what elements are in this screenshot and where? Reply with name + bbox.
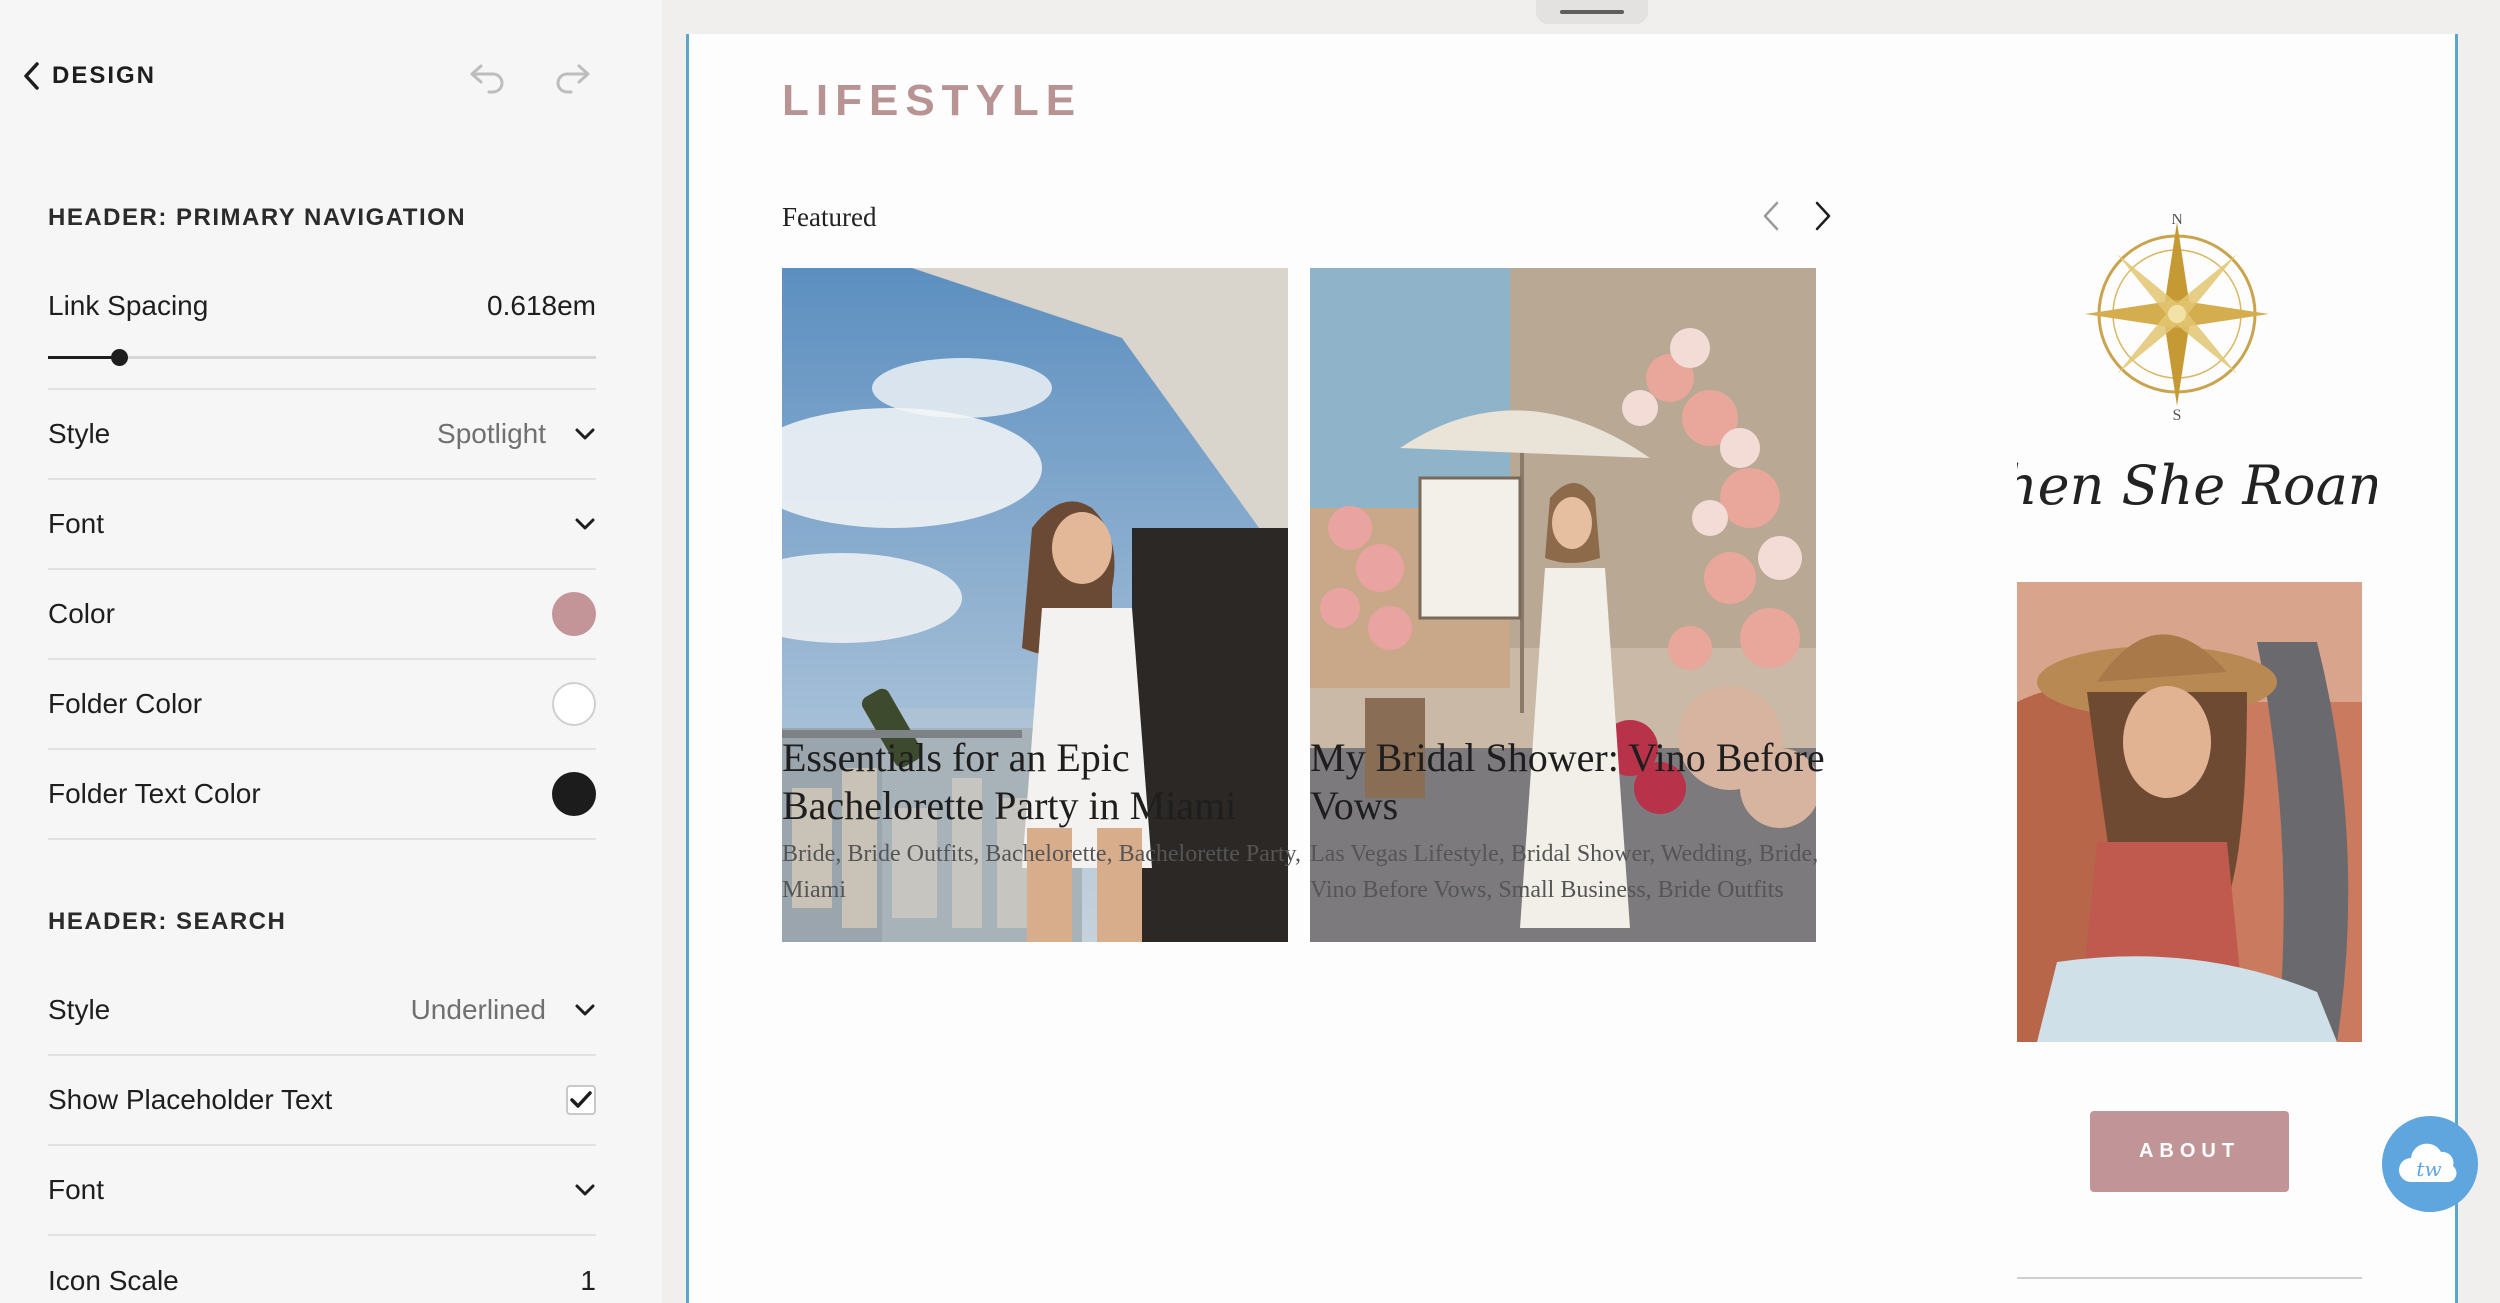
search-font-label: Font — [48, 1174, 105, 1205]
profile-photo-image — [2017, 582, 2362, 1042]
post-title-bridal-shower[interactable]: My Bridal Shower: Vino Before Vows — [1310, 734, 1830, 830]
nav-color-swatch[interactable] — [552, 592, 596, 636]
logo-script-text: When She Roams — [2017, 454, 2377, 517]
icon-scale-value: 1 — [580, 1265, 596, 1296]
compass-south-letter: S — [2173, 407, 2182, 424]
icon-scale-label: Icon Scale — [48, 1265, 179, 1296]
post-tags-bachelorette[interactable]: Bride, Bride Outfits, Bachelorette, Bach… — [782, 836, 1302, 908]
design-panel: DESIGN HEADER: PRIMARY NAVIGATION Link S… — [0, 0, 662, 1303]
chevron-down-icon — [575, 428, 595, 440]
redo-button[interactable] — [548, 52, 598, 102]
post-tags-bridal-shower[interactable]: Las Vegas Lifestyle, Bridal Shower, Wedd… — [1310, 836, 1830, 908]
link-spacing-slider-thumb[interactable] — [111, 349, 129, 366]
preview-canvas: LIFESTYLE Featured Essentials for an Epi… — [662, 0, 2500, 1303]
chevron-left-icon — [1763, 201, 1779, 231]
chevron-right-icon — [1815, 201, 1831, 231]
carousel-next-button[interactable] — [1803, 194, 1843, 238]
undo-button[interactable] — [462, 52, 512, 102]
search-section-title: HEADER: SEARCH — [48, 908, 287, 935]
drag-handle-bar — [1560, 10, 1624, 14]
back-to-design-button[interactable]: DESIGN — [22, 58, 156, 94]
checkmark-icon — [570, 1091, 592, 1108]
icon-scale-control[interactable]: Icon Scale 1 — [48, 1236, 596, 1303]
compass-north-letter: N — [2171, 214, 2183, 228]
folder-text-color-swatch[interactable] — [552, 772, 596, 816]
nav-color-label: Color — [48, 598, 115, 629]
search-font-dropdown[interactable]: Font — [48, 1146, 596, 1236]
chevron-left-icon — [24, 62, 39, 90]
carousel-prev-button[interactable] — [1751, 194, 1791, 238]
folder-color-picker[interactable]: Folder Color — [48, 660, 596, 750]
nav-color-picker[interactable]: Color — [48, 570, 596, 660]
folder-color-swatch[interactable] — [552, 682, 596, 726]
link-spacing-slider-fill — [48, 356, 120, 359]
profile-photo — [2017, 582, 2362, 1042]
folder-color-label: Folder Color — [48, 688, 203, 719]
chevron-down-icon — [575, 1184, 595, 1196]
sidebar-divider — [2017, 1277, 2362, 1279]
show-placeholder-toggle[interactable]: Show Placeholder Text — [48, 1056, 596, 1146]
search-style-dropdown[interactable]: Style Underlined — [48, 966, 596, 1056]
primary-navigation-section-title: HEADER: PRIMARY NAVIGATION — [48, 204, 467, 231]
back-label: DESIGN — [52, 62, 157, 89]
page-title: LIFESTYLE — [782, 76, 1083, 125]
search-style-label: Style — [48, 994, 111, 1025]
tw-badge-text: tw — [2416, 1157, 2441, 1181]
tw-badge-button[interactable]: tw — [2382, 1116, 2478, 1212]
link-spacing-control: Link Spacing 0.618em — [48, 268, 596, 390]
chevron-down-icon — [575, 518, 595, 530]
nav-font-label: Font — [48, 508, 105, 539]
undo-icon — [470, 64, 504, 94]
link-spacing-slider[interactable] — [48, 349, 596, 366]
folder-text-color-picker[interactable]: Folder Text Color — [48, 750, 596, 840]
search-style-value: Underlined — [410, 994, 546, 1025]
site-logo[interactable]: N S When She Roams — [1947, 211, 2426, 544]
site-preview-frame: LIFESTYLE Featured Essentials for an Epi… — [686, 34, 2458, 1303]
nav-style-value: Spotlight — [437, 418, 546, 449]
preview-drag-handle[interactable] — [1536, 0, 1648, 24]
featured-label: Featured — [782, 202, 877, 232]
compass-logo-icon: N S When She Roams — [1947, 211, 2426, 517]
tw-cloud-icon: tw — [2399, 1143, 2457, 1182]
about-button[interactable]: ABOUT — [2090, 1111, 2289, 1192]
redo-icon — [556, 64, 590, 94]
link-spacing-label: Link Spacing — [48, 290, 209, 321]
nav-font-dropdown[interactable]: Font — [48, 480, 596, 570]
link-spacing-value: 0.618em — [487, 290, 596, 321]
panel-topbar: DESIGN — [0, 0, 662, 152]
post-title-bachelorette[interactable]: Essentials for an Epic Bachelorette Part… — [782, 734, 1302, 830]
nav-style-dropdown[interactable]: Style Spotlight — [48, 390, 596, 480]
nav-style-label: Style — [48, 418, 111, 449]
chevron-down-icon — [575, 1004, 595, 1016]
show-placeholder-checkbox[interactable] — [566, 1085, 596, 1115]
folder-text-color-label: Folder Text Color — [48, 778, 261, 809]
show-placeholder-label: Show Placeholder Text — [48, 1084, 333, 1115]
